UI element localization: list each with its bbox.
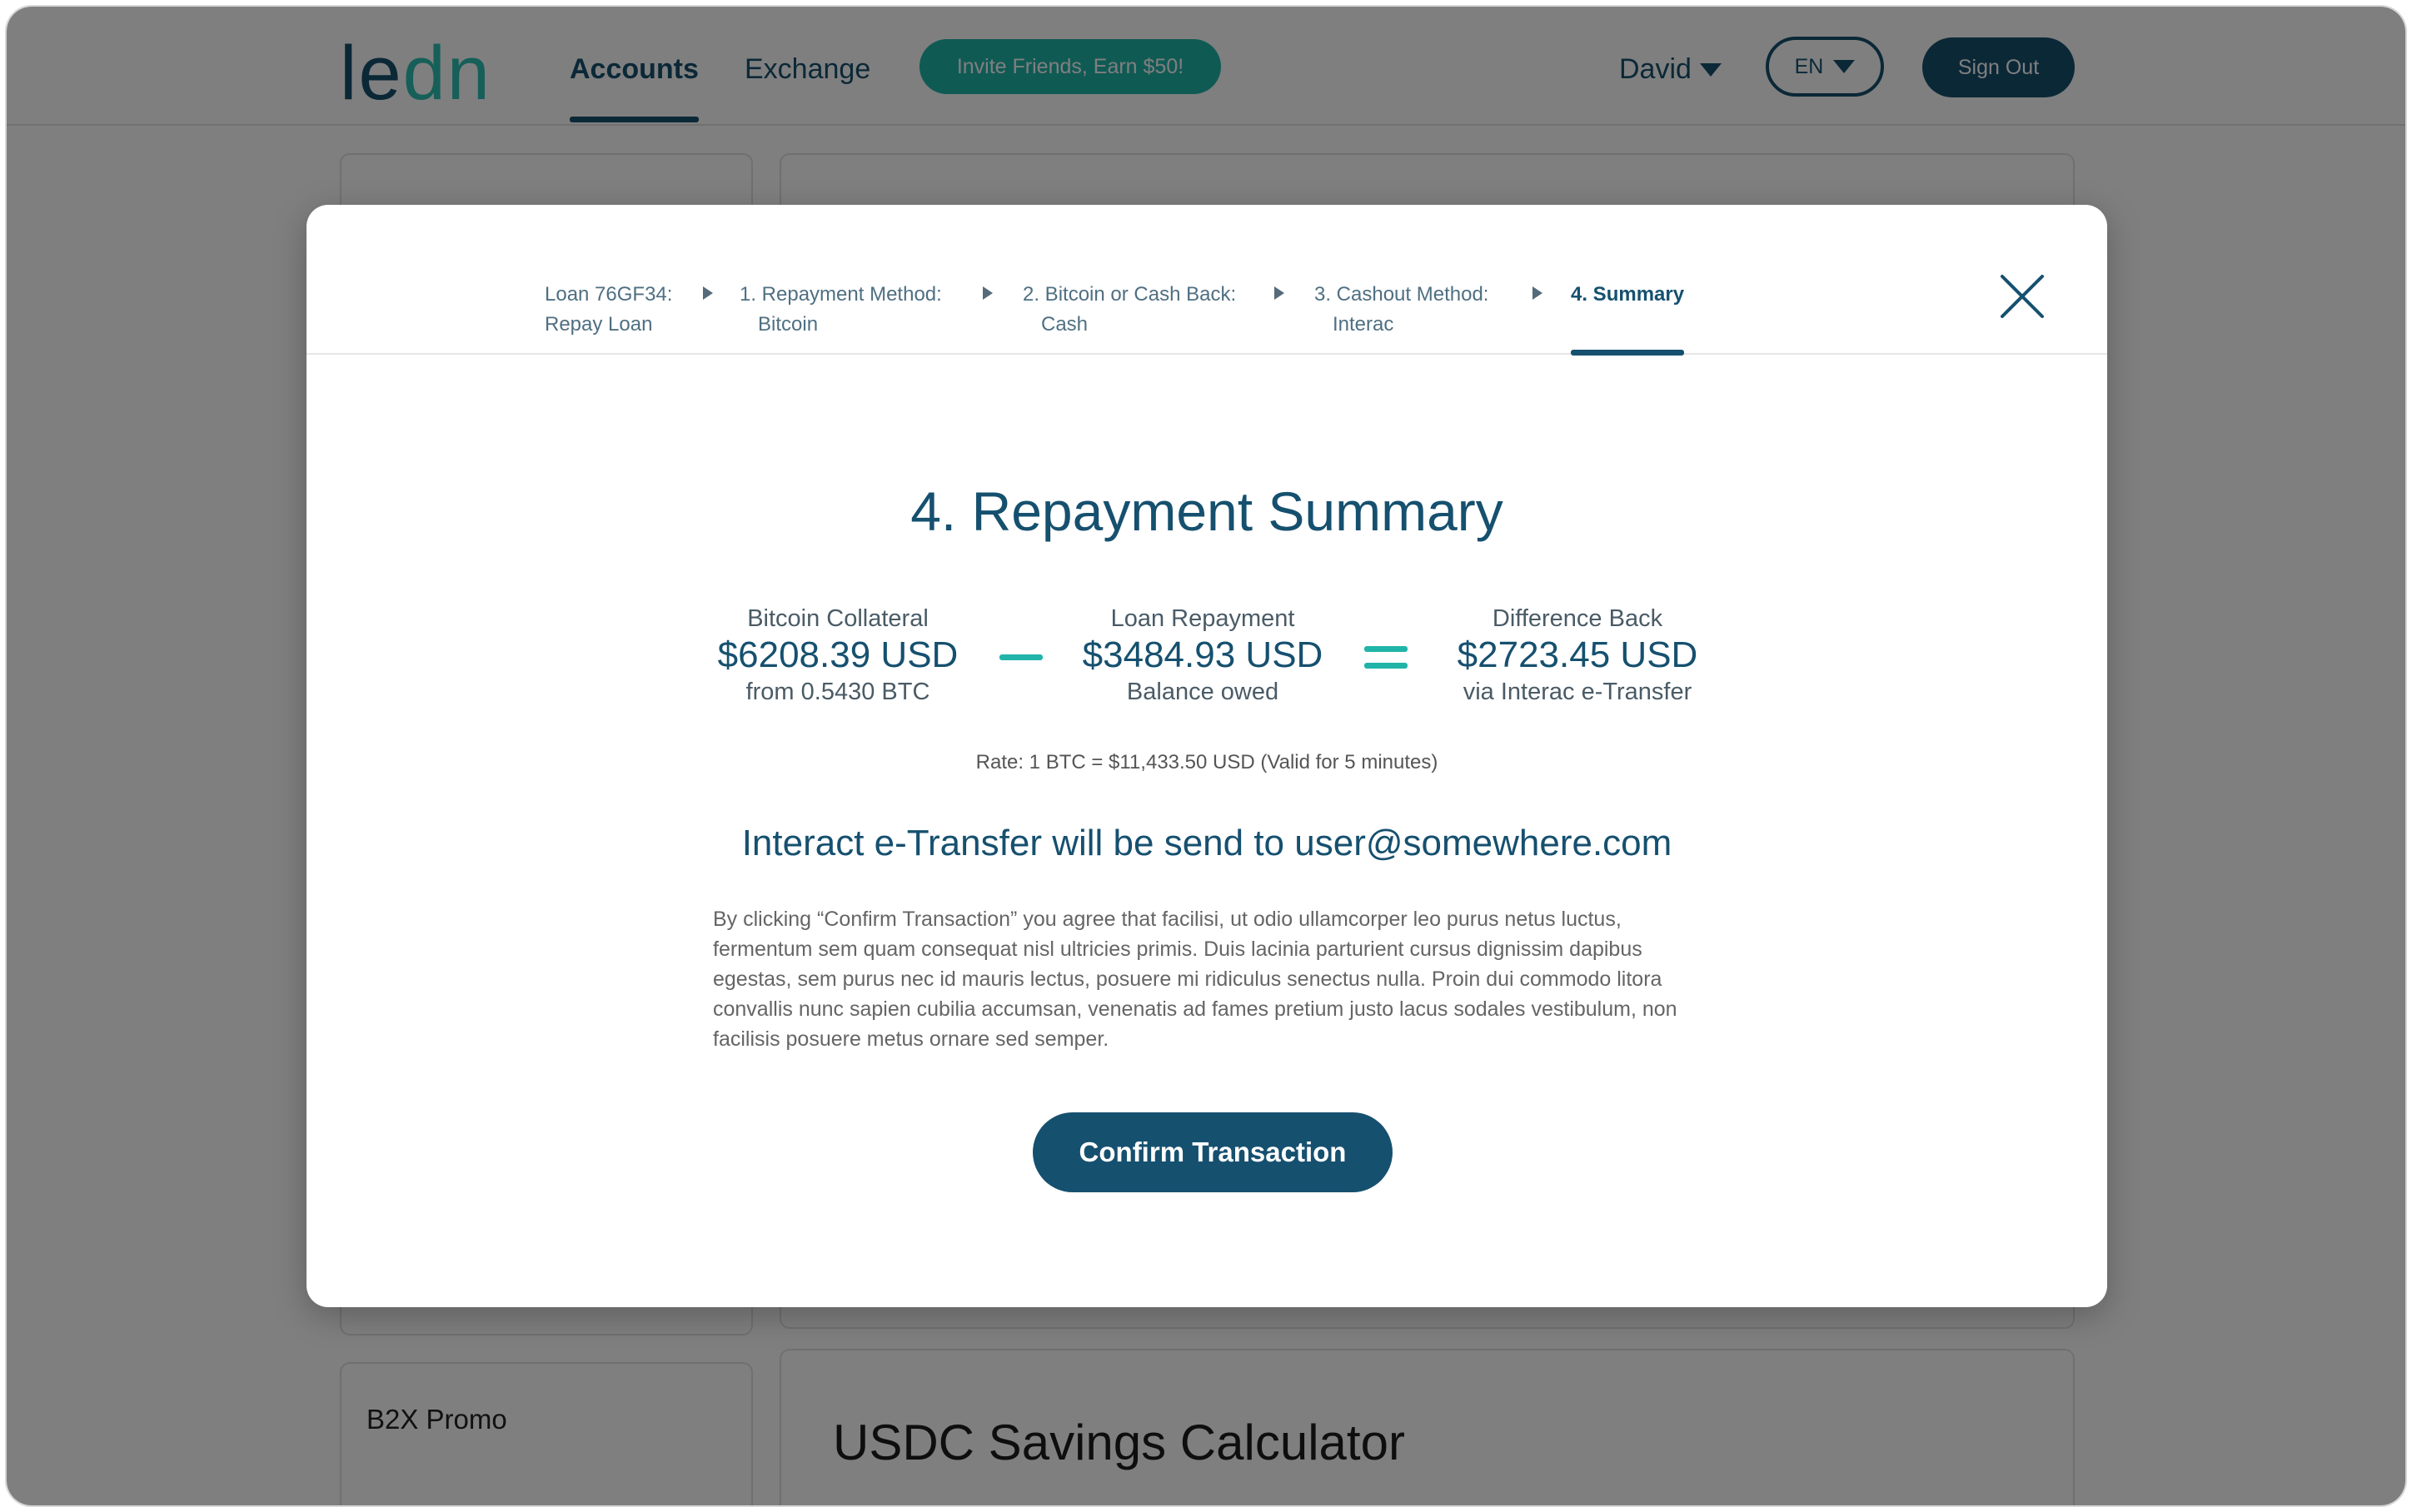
- step-label: 3. Cashout Method:: [1314, 283, 1489, 306]
- collateral-block: Bitcoin Collateral $6208.39 USD from 0.5…: [696, 603, 979, 708]
- app-window: ledn Accounts Exchange Invite Friends, E…: [7, 7, 2405, 1505]
- equals-icon: [1364, 646, 1408, 669]
- confirm-transaction-button[interactable]: Confirm Transaction: [1033, 1112, 1393, 1192]
- exchange-rate: Rate: 1 BTC = $11,433.50 USD (Valid for …: [975, 751, 1438, 773]
- collateral-sub: from 0.5430 BTC: [745, 679, 930, 705]
- transfer-notice: Interact e-Transfer will be send to user…: [741, 823, 1672, 863]
- step-arrow-icon: [1274, 286, 1284, 300]
- collateral-label: Bitcoin Collateral: [747, 605, 929, 632]
- step-cashout-method[interactable]: 3. Cashout Method: Interac: [1314, 280, 1488, 340]
- step-label: 4. Summary: [1571, 283, 1685, 306]
- terms-text: By clicking “Confirm Transaction” you ag…: [713, 908, 1677, 1051]
- step-value: Bitcoin: [758, 313, 819, 336]
- difference-sub: via Interac e-Transfer: [1463, 679, 1692, 705]
- step-loan[interactable]: Loan 76GF34: Repay Loan: [545, 280, 672, 340]
- step-value: Repay Loan: [545, 313, 653, 336]
- repayment-label: Loan Repayment: [1110, 605, 1295, 632]
- step-value: Interac: [1333, 313, 1394, 336]
- step-summary[interactable]: 4. Summary: [1571, 280, 1685, 356]
- repayment-amount: $3484.93 USD: [1082, 634, 1323, 675]
- step-label: 1. Repayment Method:: [740, 283, 942, 306]
- repayment-sub: Balance owed: [1126, 679, 1279, 705]
- close-icon[interactable]: [1997, 271, 2047, 321]
- repayment-modal: Loan 76GF34: Repay Loan 1. Repayment Met…: [306, 205, 2107, 1307]
- step-arrow-icon: [1532, 286, 1542, 300]
- step-value: Cash: [1041, 313, 1089, 336]
- step-arrow-icon: [703, 286, 713, 300]
- difference-amount: $2723.45 USD: [1457, 634, 1698, 675]
- stepper: Loan 76GF34: Repay Loan 1. Repayment Met…: [306, 205, 2107, 356]
- minus-icon: [999, 654, 1043, 660]
- step-label: Loan 76GF34:: [545, 283, 673, 306]
- step-repayment-method[interactable]: 1. Repayment Method: Bitcoin: [740, 280, 942, 340]
- difference-label: Difference Back: [1492, 605, 1663, 632]
- step-arrow-icon: [983, 286, 993, 300]
- difference-block: Difference Back $2723.45 USD via Interac…: [1436, 603, 1719, 708]
- collateral-amount: $6208.39 USD: [717, 634, 959, 675]
- modal-title: 4. Repayment Summary: [910, 480, 1503, 542]
- repayment-block: Loan Repayment $3484.93 USD Balance owed: [1061, 603, 1344, 708]
- step-label: 2. Bitcoin or Cash Back:: [1023, 283, 1237, 306]
- step-bitcoin-or-cash[interactable]: 2. Bitcoin or Cash Back: Cash: [1023, 280, 1236, 340]
